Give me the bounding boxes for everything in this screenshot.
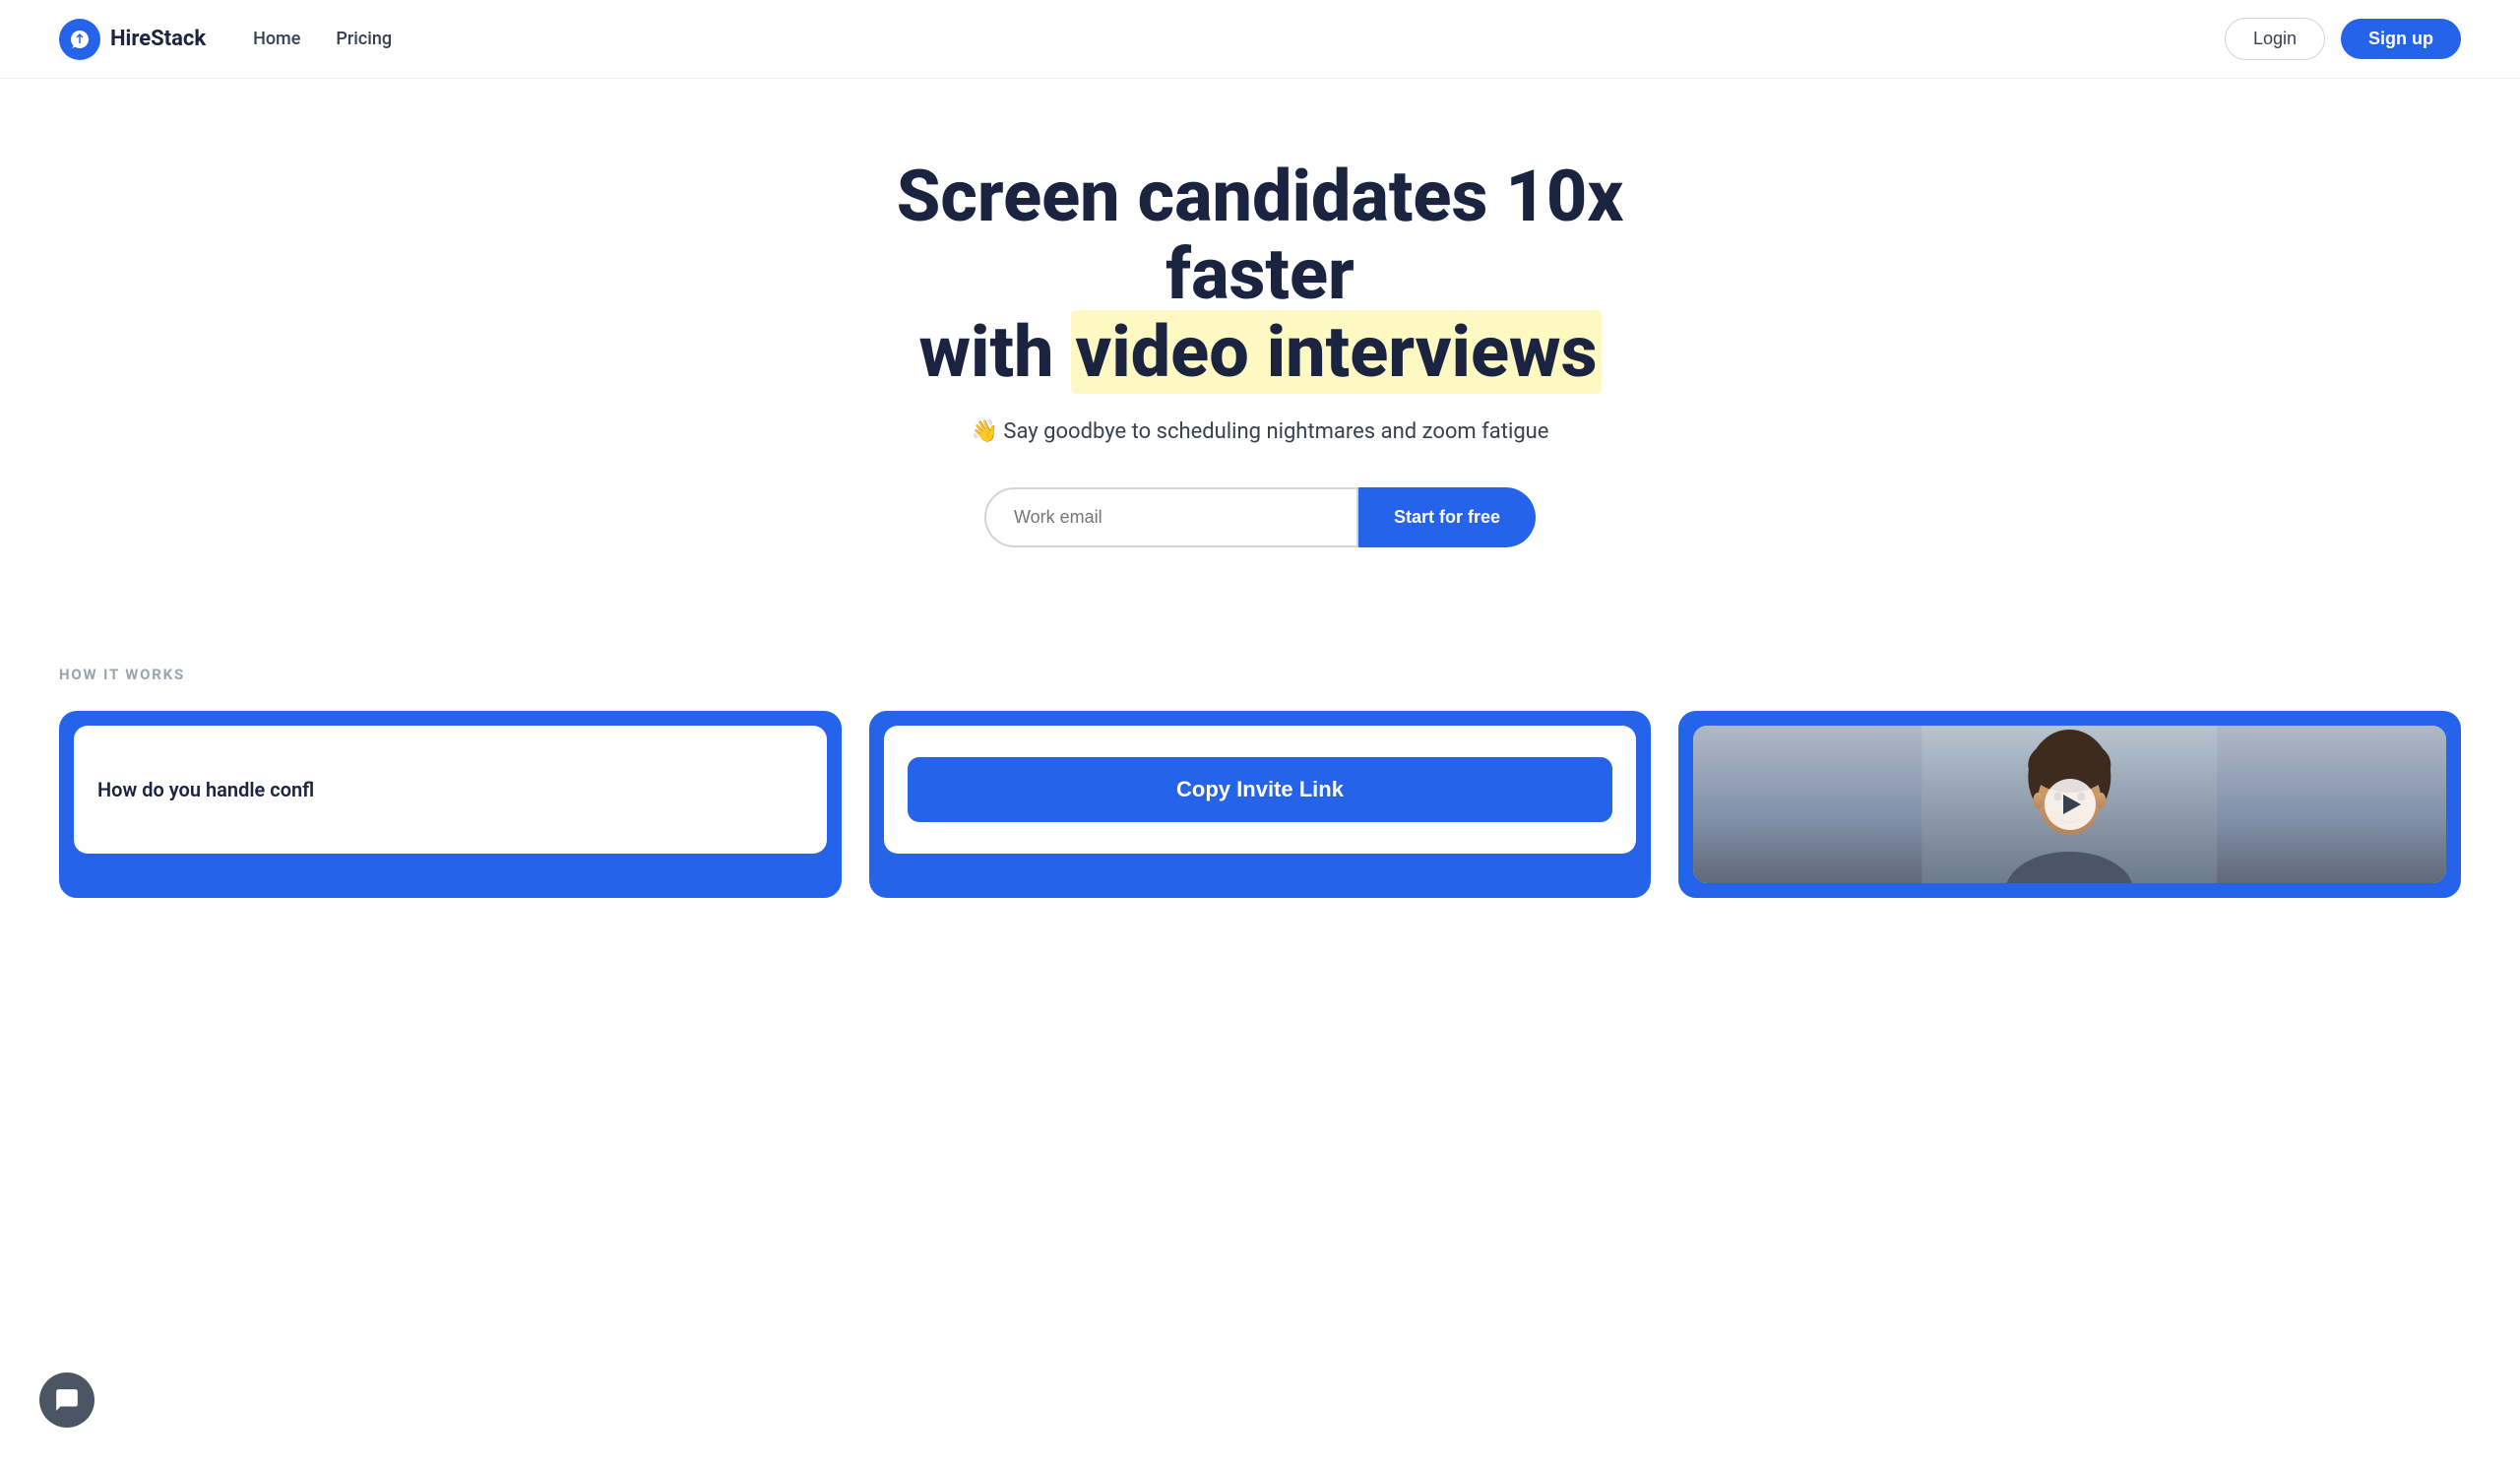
signup-button[interactable]: Sign up — [2341, 19, 2461, 59]
login-button[interactable]: Login — [2225, 18, 2325, 60]
card-question: How do you handle confl — [59, 711, 842, 898]
hero-title-highlight: video interviews — [1071, 310, 1601, 394]
nav-links: Home Pricing — [253, 29, 2225, 49]
chat-icon — [54, 1387, 80, 1413]
nav-item-pricing[interactable]: Pricing — [336, 29, 392, 49]
hero-title-part1: Screen candidates 10x faster — [897, 155, 1624, 316]
hero-form: Start for free — [984, 487, 1536, 547]
how-it-works-section: HOW IT WORKS How do you handle confl Cop… — [0, 606, 2520, 898]
card-invite-inner: Copy Invite Link — [884, 726, 1637, 854]
card-invite: Copy Invite Link — [869, 711, 1652, 898]
section-label: HOW IT WORKS — [59, 666, 2461, 683]
nav-link-home[interactable]: Home — [253, 29, 300, 49]
email-input[interactable] — [984, 487, 1358, 547]
hero-title: Screen candidates 10x faster with video … — [817, 158, 1703, 392]
chat-bubble[interactable] — [39, 1372, 94, 1428]
navbar: HireStack Home Pricing Login Sign up — [0, 0, 2520, 79]
card-video-inner — [1693, 726, 2446, 883]
start-button[interactable]: Start for free — [1358, 487, 1536, 547]
play-icon — [2063, 795, 2081, 814]
nav-link-pricing[interactable]: Pricing — [336, 29, 392, 49]
hero-section: Screen candidates 10x faster with video … — [0, 79, 2520, 606]
nav-actions: Login Sign up — [2225, 18, 2461, 60]
logo-text: HireStack — [110, 27, 206, 51]
subtitle-text: Say goodbye to scheduling nightmares and… — [1003, 419, 1548, 444]
card-video — [1678, 711, 2461, 898]
hero-subtitle: 👋 Say goodbye to scheduling nightmares a… — [20, 419, 2500, 444]
logo[interactable]: HireStack — [59, 19, 206, 60]
hero-title-part2: with — [918, 310, 1071, 394]
logo-icon — [59, 19, 100, 60]
subtitle-emoji: 👋 — [972, 419, 998, 444]
card-question-inner: How do you handle confl — [74, 726, 827, 854]
copy-invite-button[interactable]: Copy Invite Link — [908, 757, 1613, 822]
nav-item-home[interactable]: Home — [253, 29, 300, 49]
play-button[interactable] — [2045, 779, 2096, 830]
card-question-text: How do you handle confl — [97, 778, 314, 801]
cards-row: How do you handle confl Copy Invite Link — [59, 711, 2461, 898]
